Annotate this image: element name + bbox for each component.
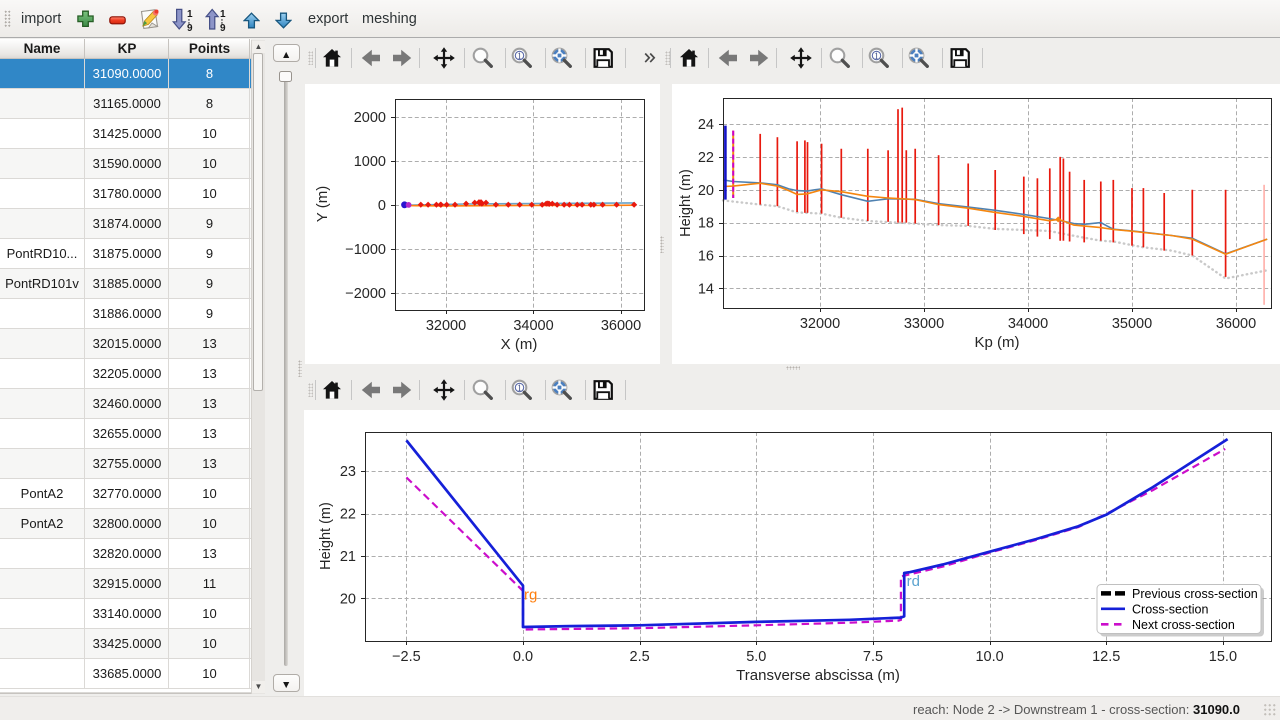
svg-text:Height (m): Height (m) <box>678 169 694 237</box>
svg-text:20: 20 <box>698 183 714 199</box>
svg-text:rd: rd <box>907 573 920 590</box>
svg-text:0: 0 <box>378 198 386 214</box>
svg-text:15.0: 15.0 <box>1209 649 1237 665</box>
svg-text:23: 23 <box>340 464 356 480</box>
svg-text:33000: 33000 <box>904 316 944 332</box>
svg-text:36000: 36000 <box>601 318 641 334</box>
svg-text:1: 1 <box>187 9 193 20</box>
svg-text:12.5: 12.5 <box>1092 649 1120 665</box>
svg-text:9: 9 <box>220 23 226 31</box>
svg-text:20: 20 <box>340 592 356 608</box>
svg-text:24: 24 <box>698 117 714 133</box>
svg-text:32000: 32000 <box>800 316 840 332</box>
svg-text:Height (m): Height (m) <box>318 502 334 570</box>
svg-text:Previous cross-section: Previous cross-section <box>1132 587 1258 601</box>
svg-text:Kp (m): Kp (m) <box>975 334 1020 351</box>
svg-text:X (m): X (m) <box>501 336 538 353</box>
svg-text:14: 14 <box>698 281 714 297</box>
svg-text:18: 18 <box>698 216 714 232</box>
svg-text:2.5: 2.5 <box>630 649 650 665</box>
svg-text:1000: 1000 <box>354 154 386 170</box>
svg-text:10.0: 10.0 <box>975 649 1003 665</box>
svg-text:1: 1 <box>517 52 522 62</box>
svg-text:−2000: −2000 <box>345 286 386 302</box>
svg-text:32000: 32000 <box>426 318 466 334</box>
svg-text:22: 22 <box>340 507 356 523</box>
svg-text:34000: 34000 <box>513 318 553 334</box>
svg-text:35000: 35000 <box>1112 316 1152 332</box>
svg-text:Cross-section: Cross-section <box>1132 602 1208 616</box>
svg-text:Y (m): Y (m) <box>314 186 331 222</box>
svg-text:22: 22 <box>698 150 714 166</box>
svg-text:1: 1 <box>517 384 522 394</box>
svg-text:5.0: 5.0 <box>746 649 766 665</box>
svg-text:36000: 36000 <box>1216 316 1256 332</box>
svg-text:rg: rg <box>524 587 537 604</box>
svg-text:21: 21 <box>340 549 356 565</box>
svg-text:34000: 34000 <box>1008 316 1048 332</box>
svg-text:7.5: 7.5 <box>863 649 883 665</box>
svg-text:16: 16 <box>698 249 714 265</box>
svg-text:9: 9 <box>187 23 193 31</box>
svg-text:1: 1 <box>874 52 879 62</box>
svg-text:1: 1 <box>220 9 226 20</box>
svg-text:Transverse abscissa (m): Transverse abscissa (m) <box>736 667 900 684</box>
svg-text:−2.5: −2.5 <box>392 649 421 665</box>
svg-text:Next cross-section: Next cross-section <box>1132 618 1235 632</box>
svg-text:0.0: 0.0 <box>513 649 533 665</box>
svg-text:−1000: −1000 <box>345 242 386 258</box>
svg-text:2000: 2000 <box>354 110 386 126</box>
